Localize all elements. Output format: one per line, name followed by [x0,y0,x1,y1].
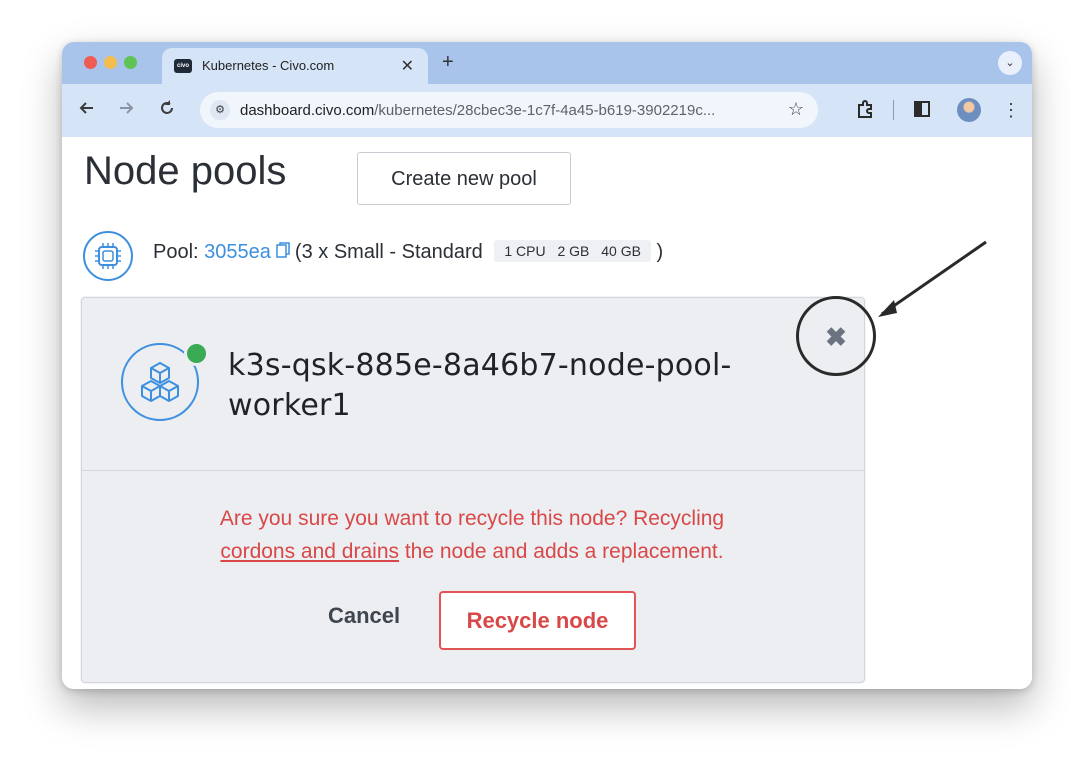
pool-id-link[interactable]: 3055ea [204,241,271,263]
pool-summary: Pool: 3055ea (3 x Small - Standard 1 CPU… [153,240,663,264]
page-title: Node pools [84,149,287,193]
url-text[interactable]: dashboard.civo.com/kubernetes/28cbec3e-1… [240,102,715,119]
node-name: k3s-qsk-885e-8a46b7-node-pool-worker1 [228,348,732,423]
minimize-window-button[interactable] [104,56,117,69]
recycle-node-button[interactable]: Recycle node [439,591,636,650]
pool-close-paren: ) [650,241,664,263]
tab-search-button[interactable]: ⌄ [998,51,1022,75]
address-bar[interactable]: ⚙ dashboard.civo.com/kubernetes/28cbec3e… [200,92,818,128]
forward-arrow-icon[interactable] [117,99,135,122]
civo-favicon-icon: civo [174,59,192,73]
spec-cpu: 1 CPU [504,243,546,259]
back-arrow-icon[interactable] [78,99,96,122]
pool-spec-badges: 1 CPU 2 GB 40 GB [494,240,651,262]
pool-description: (3 x Small - Standard [294,241,483,263]
page-content: Node pools Create new pool Pool: 3055ea … [62,137,1032,689]
tab-title: Kubernetes - Civo.com [202,58,335,73]
kebab-menu-icon[interactable]: ⋮ [1002,99,1020,121]
cancel-button[interactable]: Cancel [328,603,400,629]
reload-icon[interactable] [158,99,176,122]
toolbar-divider [893,100,894,120]
annotation-arrow [878,240,987,317]
create-new-pool-button[interactable]: Create new pool [357,152,571,205]
pool-label: Pool: [153,241,205,263]
copy-icon[interactable] [276,242,294,262]
star-icon[interactable]: ☆ [788,99,804,120]
confirm-text-part-2: the node and adds a replacement. [399,540,724,563]
close-window-button[interactable] [84,56,97,69]
node-card: k3s-qsk-885e-8a46b7-node-pool-worker1 ✖ … [81,297,865,683]
puzzle-icon[interactable] [855,99,875,124]
url-domain: dashboard.civo.com [240,102,375,119]
site-settings-icon[interactable]: ⚙ [210,100,230,120]
tab-close-icon[interactable]: ✕ [401,56,414,76]
card-divider [82,470,864,471]
confirm-text-part-1: Are you sure you want to recycle this no… [219,507,725,530]
spec-disk: 40 GB [601,243,641,259]
browser-window: civo Kubernetes - Civo.com ✕ + ⌄ ⚙ dashb… [62,42,1032,689]
status-indicator [184,341,209,366]
recycle-confirm-message: Are you sure you want to recycle this no… [122,502,822,568]
tab-bar: civo Kubernetes - Civo.com ✕ + ⌄ [62,42,1032,84]
cordons-and-drains-link[interactable]: cordons and drains [220,540,399,563]
new-tab-button[interactable]: + [442,51,454,74]
chip-icon [83,231,133,281]
maximize-window-button[interactable] [124,56,137,69]
browser-tab[interactable]: civo Kubernetes - Civo.com ✕ [162,48,428,84]
avatar-icon[interactable] [957,98,981,122]
spec-ram: 2 GB [557,243,590,259]
side-panel-icon[interactable] [912,99,932,124]
url-path: /kubernetes/28cbec3e-1c7f-4a45-b619-3902… [374,102,716,119]
browser-toolbar: ⚙ dashboard.civo.com/kubernetes/28cbec3e… [62,84,1032,137]
